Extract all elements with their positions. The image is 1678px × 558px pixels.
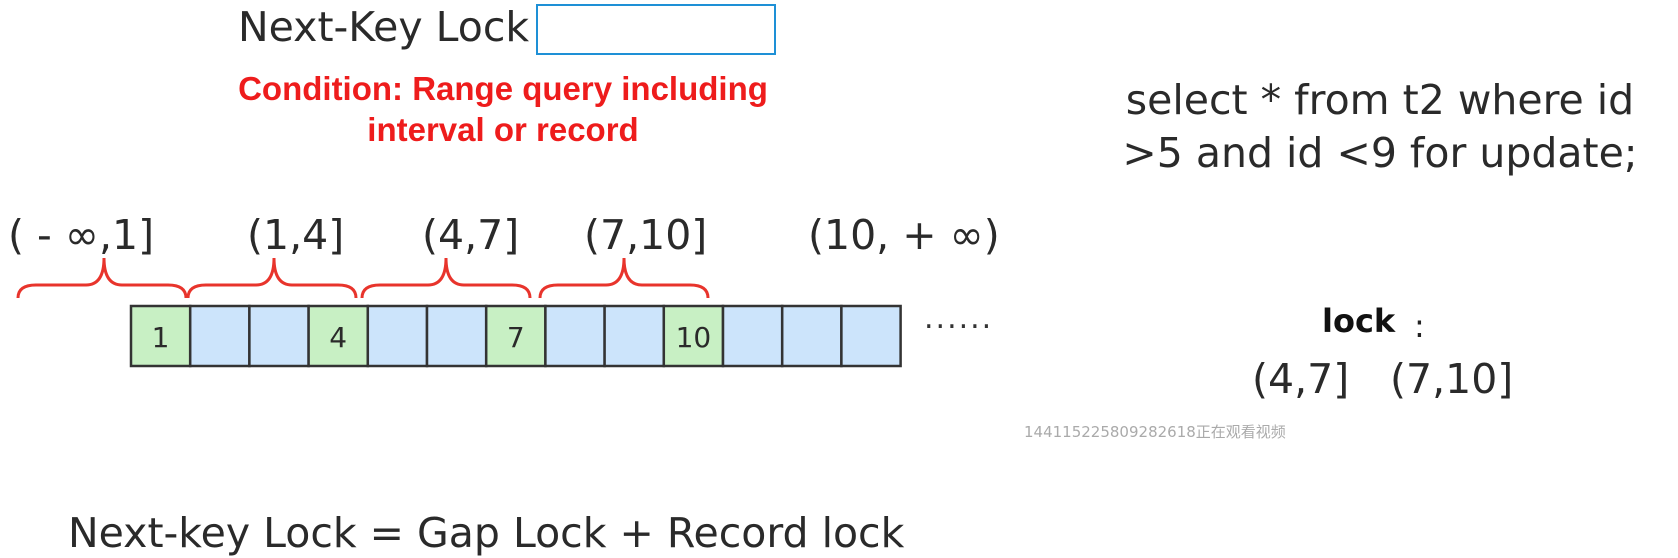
gap-cell (425, 304, 488, 368)
lock-label: lock (1322, 302, 1396, 340)
brace (186, 257, 358, 299)
gap-cell (840, 304, 902, 368)
lock-colon: : (1414, 307, 1425, 345)
gap-cell (721, 304, 784, 368)
record-label: 7 (507, 321, 525, 354)
gap-cell (603, 304, 666, 368)
brace (538, 257, 710, 299)
viewer-watermark: 14411522580928261​8正在观看视频 (1024, 423, 1286, 441)
interval-braces (16, 257, 710, 299)
gap-cell (780, 304, 843, 368)
gap-cell (248, 304, 310, 368)
index-cells: 1 4 7 10 (129, 304, 902, 368)
gap-cell (366, 304, 429, 368)
record-label: 10 (676, 321, 712, 354)
brace (16, 257, 188, 299)
gap-cell (188, 304, 251, 368)
brace (360, 257, 532, 299)
gap-cell (544, 304, 606, 368)
locked-interval: (4,7] (1252, 355, 1350, 403)
ellipsis: ...... (924, 301, 994, 336)
formula: Next-key Lock = Gap Lock + Record lock (68, 509, 905, 557)
record-label: 1 (152, 321, 170, 354)
locked-interval: (7,10] (1390, 355, 1514, 403)
record-label: 4 (329, 321, 347, 354)
index-diagram: 1 4 7 10 (16, 257, 902, 368)
